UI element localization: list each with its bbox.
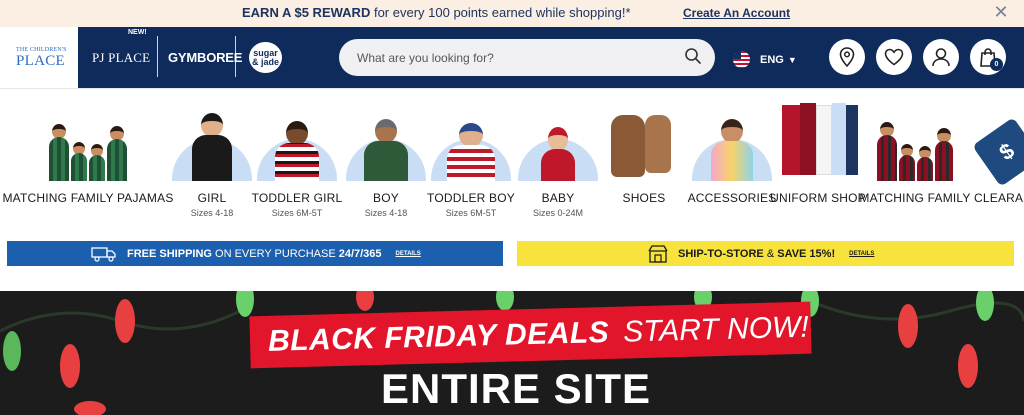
brand-divider — [235, 36, 236, 77]
category-toddler-boy[interactable]: TODDLER BOY Sizes 6M-5T — [427, 89, 515, 228]
language-label: ENG — [760, 53, 784, 66]
black-friday-subtitle: START NOW! — [622, 310, 810, 349]
category-uniform-shop[interactable]: UNIFORM SHOP — [770, 89, 866, 228]
category-toddler-girl[interactable]: TODDLER GIRL Sizes 6M-5T — [251, 89, 343, 228]
category-label: BOY — [373, 191, 399, 205]
category-strip: MATCHING FAMILY PAJAMAS GIRL Sizes 4-18 … — [0, 88, 1024, 228]
shoes-image — [601, 89, 687, 181]
category-shoes[interactable]: SHOES — [601, 89, 687, 228]
category-matching-family-pajamas[interactable]: MATCHING FAMILY PAJAMAS — [2, 89, 174, 228]
free-shipping-details-link[interactable]: DETAILS — [396, 251, 421, 257]
toddler-girl-image — [254, 89, 340, 181]
uniform-shop-image — [772, 89, 864, 181]
language-selector[interactable]: ENG ▼ — [733, 51, 797, 68]
accessories-image — [689, 89, 775, 181]
category-label: MATCHING FAMILY PAJAMAS — [2, 191, 174, 205]
free-shipping-text: ON EVERY PURCHASE — [211, 247, 339, 260]
ship-to-store-save: SAVE 15%! — [777, 247, 836, 260]
ship-to-store-banner[interactable]: SHIP-TO-STORE & SAVE 15%! DETAILS — [517, 241, 1014, 266]
boy-image — [343, 89, 429, 181]
chevron-down-icon: ▼ — [787, 54, 797, 65]
category-sizes: Sizes 6M-5T — [445, 208, 497, 218]
category-label: BABY — [541, 191, 575, 205]
matching-family-image — [875, 89, 955, 181]
category-label: TODDLER BOY — [427, 191, 515, 205]
search-icon[interactable] — [684, 47, 702, 65]
favorites-button[interactable] — [876, 39, 912, 75]
free-shipping-bold: FREE SHIPPING — [127, 247, 212, 260]
promo-body: for every 100 points earned while shoppi… — [370, 5, 631, 20]
entire-site-text: ENTIRE SITE — [381, 365, 652, 412]
ship-to-store-bold: SHIP-TO-STORE — [678, 247, 764, 260]
shopping-bag-button[interactable]: 0 — [970, 39, 1006, 75]
category-matching-family[interactable]: MATCHING FAMILY — [859, 89, 971, 228]
childrens-place-logo[interactable]: THE CHILDREN'S PLACE — [0, 27, 78, 88]
create-account-link[interactable]: Create An Account — [683, 6, 790, 20]
category-sizes: Sizes 4-18 — [364, 208, 408, 218]
brand-divider — [157, 36, 158, 77]
family-pajamas-image — [38, 89, 138, 181]
category-sizes: Sizes 4-18 — [190, 208, 234, 218]
free-shipping-banner[interactable]: FREE SHIPPING ON EVERY PURCHASE 24/7/365… — [7, 241, 503, 266]
bag-count-badge: 0 — [990, 58, 1003, 71]
category-sizes: Sizes 6M-5T — [271, 208, 323, 218]
promo-bar: EARN A $5 REWARD for every 100 points ea… — [0, 0, 1024, 27]
pj-place-logo[interactable]: PJ PLACE — [92, 27, 150, 88]
toddler-boy-image — [428, 89, 514, 181]
promo-text: EARN A $5 REWARD for every 100 points ea… — [242, 5, 631, 20]
user-icon — [932, 48, 950, 67]
category-label: MATCHING FAMILY — [859, 191, 971, 205]
truck-icon — [91, 246, 116, 262]
baby-image — [515, 89, 601, 181]
free-shipping-days: 24/7/365 — [338, 247, 382, 260]
black-friday-hero[interactable]: BLACK FRIDAY DEALS START NOW! ENTIRE SIT… — [0, 291, 1024, 415]
account-button[interactable] — [923, 39, 959, 75]
category-label: ACCESSORIES — [687, 191, 777, 205]
category-label: GIRL — [197, 191, 227, 205]
search-box — [339, 39, 715, 76]
promo-headline: EARN A $5 REWARD — [242, 5, 371, 20]
search-input[interactable] — [357, 48, 667, 67]
ship-to-store-text: & — [763, 247, 778, 260]
category-label: TODDLER GIRL — [251, 191, 343, 205]
category-label: SHOES — [622, 191, 666, 205]
gymboree-logo[interactable]: GYMBOREE — [168, 27, 242, 88]
location-pin-icon — [839, 47, 855, 67]
sugar-jade-logo[interactable]: sugar & jade — [249, 42, 282, 73]
black-friday-title: BLACK FRIDAY DEALS — [267, 315, 610, 358]
category-clearance[interactable]: $ CLEARANCE — [972, 89, 1024, 228]
category-label: CLEARANCE — [974, 191, 1024, 205]
category-label: UNIFORM SHOP — [770, 191, 866, 205]
logo-big-text: PLACE — [16, 53, 66, 69]
category-boy[interactable]: BOY Sizes 4-18 — [343, 89, 429, 228]
girl-image — [169, 89, 255, 181]
heart-icon — [884, 48, 904, 66]
category-sizes: Sizes 0-24M — [532, 208, 584, 218]
close-icon[interactable]: ✕ — [992, 2, 1010, 23]
category-baby[interactable]: BABY Sizes 0-24M — [515, 89, 601, 228]
store-icon — [648, 244, 668, 263]
category-girl[interactable]: GIRL Sizes 4-18 — [169, 89, 255, 228]
clearance-tag-image: $ — [972, 89, 1024, 187]
ship-to-store-details-link[interactable]: DETAILS — [849, 251, 874, 257]
site-header: THE CHILDREN'S PLACE NEW! PJ PLACE GYMBO… — [0, 27, 1024, 88]
store-locator-button[interactable] — [829, 39, 865, 75]
category-accessories[interactable]: ACCESSORIES — [687, 89, 777, 228]
us-flag-icon — [733, 51, 750, 68]
